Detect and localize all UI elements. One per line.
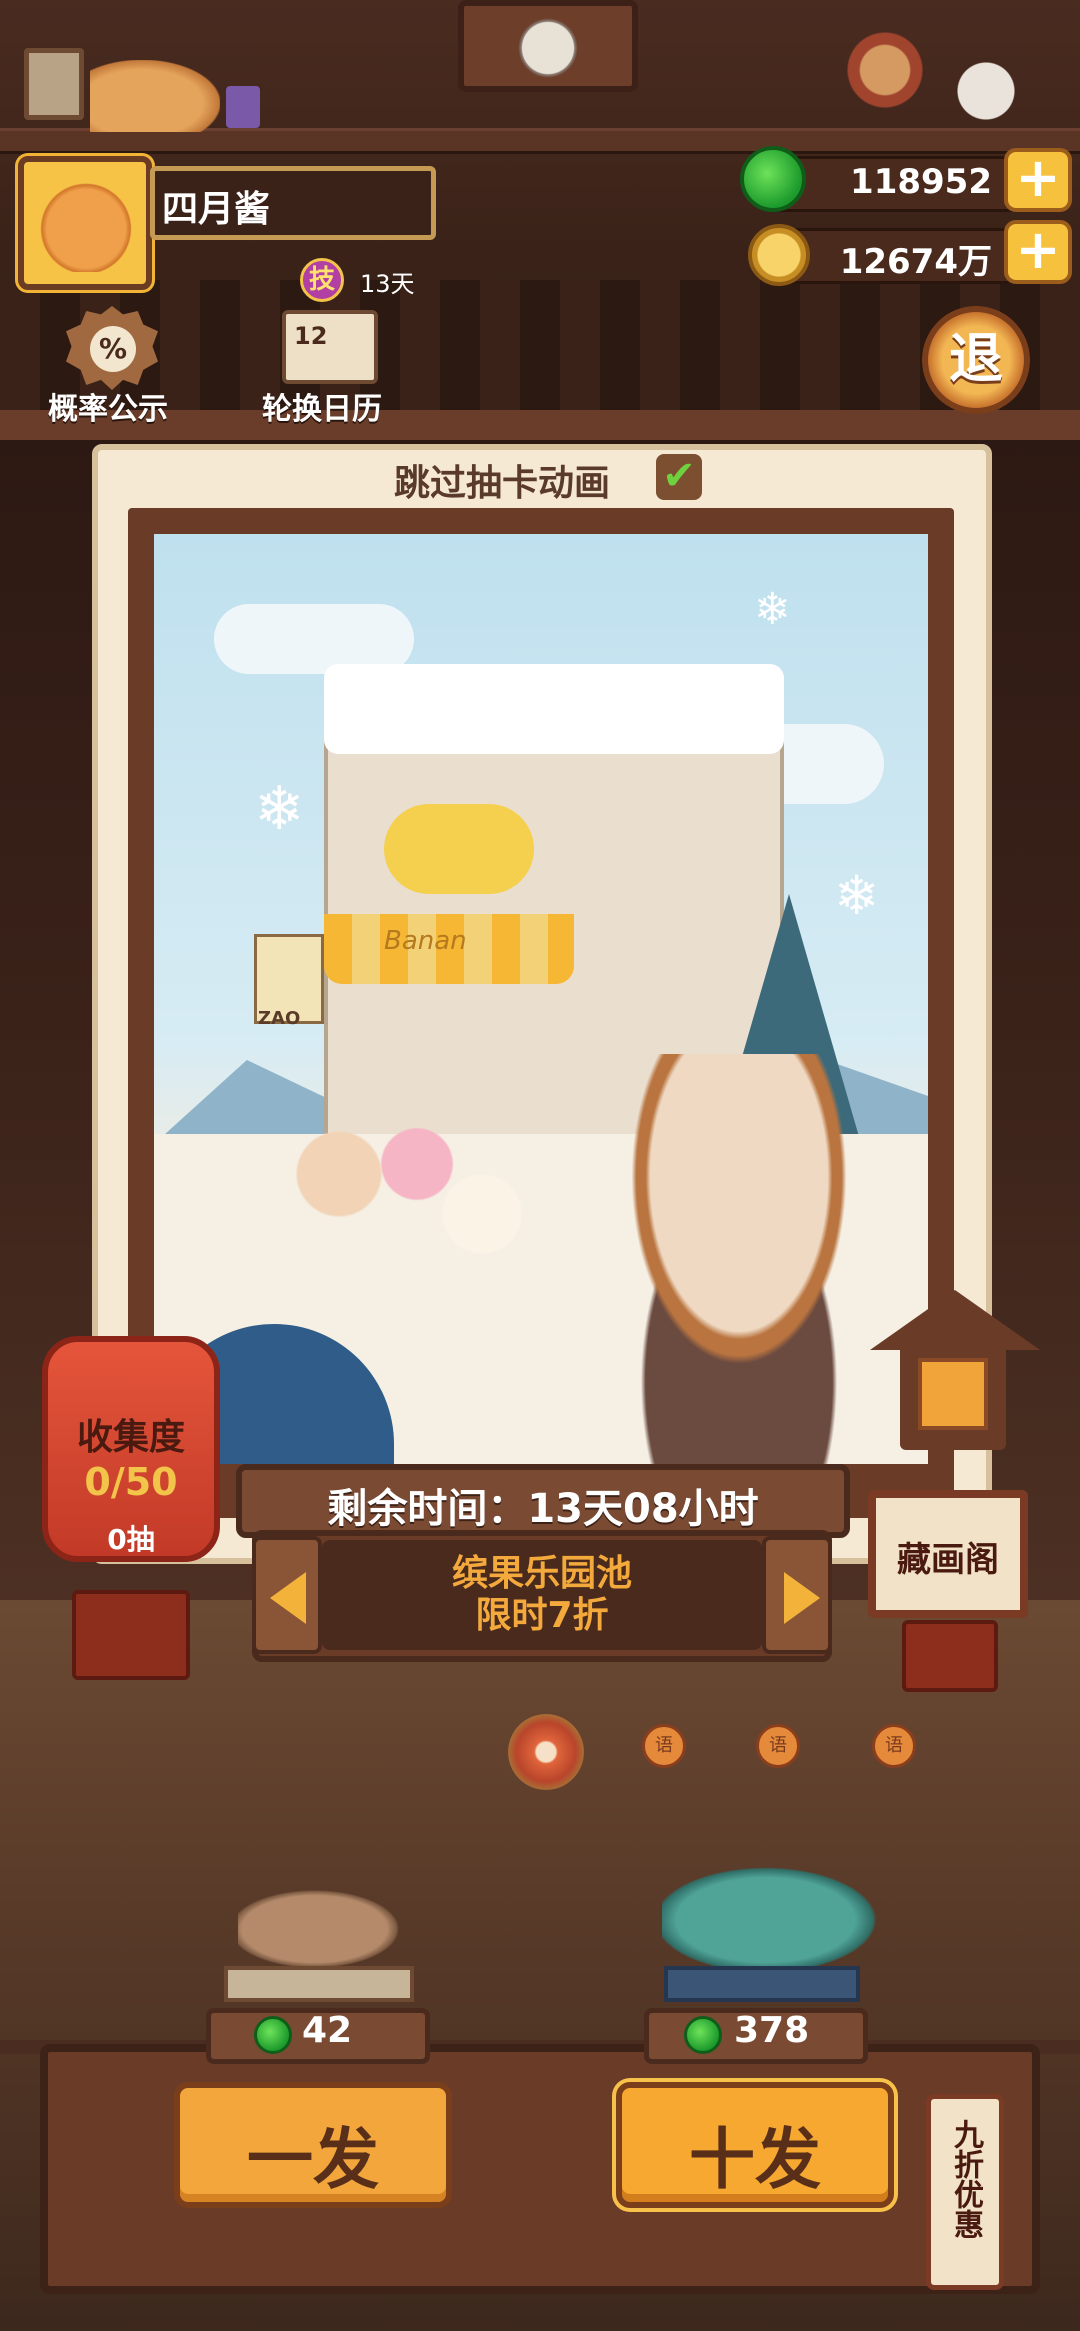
shop-roof bbox=[324, 664, 784, 754]
exit-button[interactable]: 退 bbox=[922, 306, 1030, 414]
ten-cost: 378 bbox=[734, 2010, 810, 2051]
add-coin-button[interactable]: + bbox=[1004, 220, 1072, 284]
skip-animation-label[interactable]: 跳过抽卡动画 bbox=[394, 454, 610, 506]
arrow-right-icon bbox=[784, 1572, 820, 1624]
rotation-calendar-label[interactable]: 轮换日历 bbox=[262, 384, 382, 428]
skip-animation-checkbox[interactable]: ✔ bbox=[656, 454, 702, 500]
sleeping-cat-decoration bbox=[90, 60, 220, 132]
page-indicator[interactable]: 语 bbox=[872, 1724, 916, 1768]
discount-tag: 九折优惠 bbox=[926, 2094, 1004, 2290]
next-pool-button[interactable] bbox=[762, 1536, 832, 1654]
skill-badge-icon[interactable]: 技 bbox=[300, 258, 344, 302]
hat-boy-character bbox=[574, 1054, 904, 1464]
book-stand-left bbox=[224, 1966, 414, 2002]
green-fish-icon bbox=[662, 1860, 892, 1980]
snowflake-icon: ❄ bbox=[754, 584, 791, 635]
brown-fish-icon bbox=[238, 1886, 408, 1972]
single-draw-label: 一发 bbox=[247, 2121, 379, 2198]
gallery-stand bbox=[902, 1620, 998, 1692]
discount-tag-text: 九折优惠 bbox=[948, 2119, 983, 2239]
jade-icon bbox=[740, 146, 806, 212]
zao-sign-text: ZAO bbox=[258, 1008, 301, 1029]
arrow-left-icon bbox=[270, 1572, 306, 1624]
collection-count: 0/50 bbox=[84, 1460, 178, 1504]
character-group bbox=[274, 1094, 534, 1294]
prev-pool-button[interactable] bbox=[252, 1536, 322, 1654]
percent-icon[interactable]: % bbox=[90, 326, 136, 372]
single-draw-button[interactable]: 一发 bbox=[174, 2082, 452, 2208]
gallery-label[interactable]: 藏画阁 bbox=[868, 1532, 1028, 1581]
paw-frame-decoration bbox=[24, 48, 84, 120]
collection-title: 收集度 bbox=[76, 1417, 185, 1458]
jade-icon bbox=[254, 2016, 292, 2054]
banana-sign bbox=[384, 804, 534, 894]
skill-days-text: 13天 bbox=[360, 270, 415, 298]
tiger-avatar-icon bbox=[38, 176, 134, 272]
single-cost: 42 bbox=[302, 2010, 353, 2051]
shop-sign-text: Banan bbox=[384, 926, 467, 956]
add-jade-button[interactable]: + bbox=[1004, 148, 1072, 212]
ten-draw-button[interactable]: 十发 bbox=[616, 2082, 894, 2208]
player-name: 四月酱 bbox=[162, 189, 271, 230]
snowflake-icon: ❄ bbox=[834, 864, 880, 927]
coin-icon bbox=[748, 224, 810, 286]
page-indicator[interactable]: 语 bbox=[756, 1724, 800, 1768]
white-cat-doll-decoration bbox=[946, 52, 1026, 130]
lantern-stand bbox=[72, 1590, 190, 1680]
girl-doll-decoration bbox=[830, 30, 930, 130]
snowflake-icon: ❄ bbox=[254, 774, 305, 844]
purple-cup-decoration bbox=[226, 86, 260, 128]
book-stand-right bbox=[664, 1966, 860, 2002]
collection-pulls: 0抽 bbox=[107, 1523, 155, 1556]
raccoon-face-decoration bbox=[508, 16, 588, 80]
page-indicator[interactable]: 语 bbox=[642, 1724, 686, 1768]
jade-icon bbox=[684, 2016, 722, 2054]
pool-artwork: ❄ ❄ ❄ Banan ZAO bbox=[154, 534, 928, 1464]
pool-discount: 限时7折 bbox=[475, 1595, 609, 1636]
ten-draw-label: 十发 bbox=[689, 2121, 821, 2198]
page-indicator-active[interactable] bbox=[508, 1714, 584, 1790]
lamp-window-icon bbox=[918, 1358, 988, 1430]
probability-label[interactable]: 概率公示 bbox=[48, 384, 168, 428]
calendar-icon[interactable]: 12 bbox=[282, 310, 378, 384]
time-remaining-text: 剩余时间：13天08小时 bbox=[327, 1486, 759, 1532]
